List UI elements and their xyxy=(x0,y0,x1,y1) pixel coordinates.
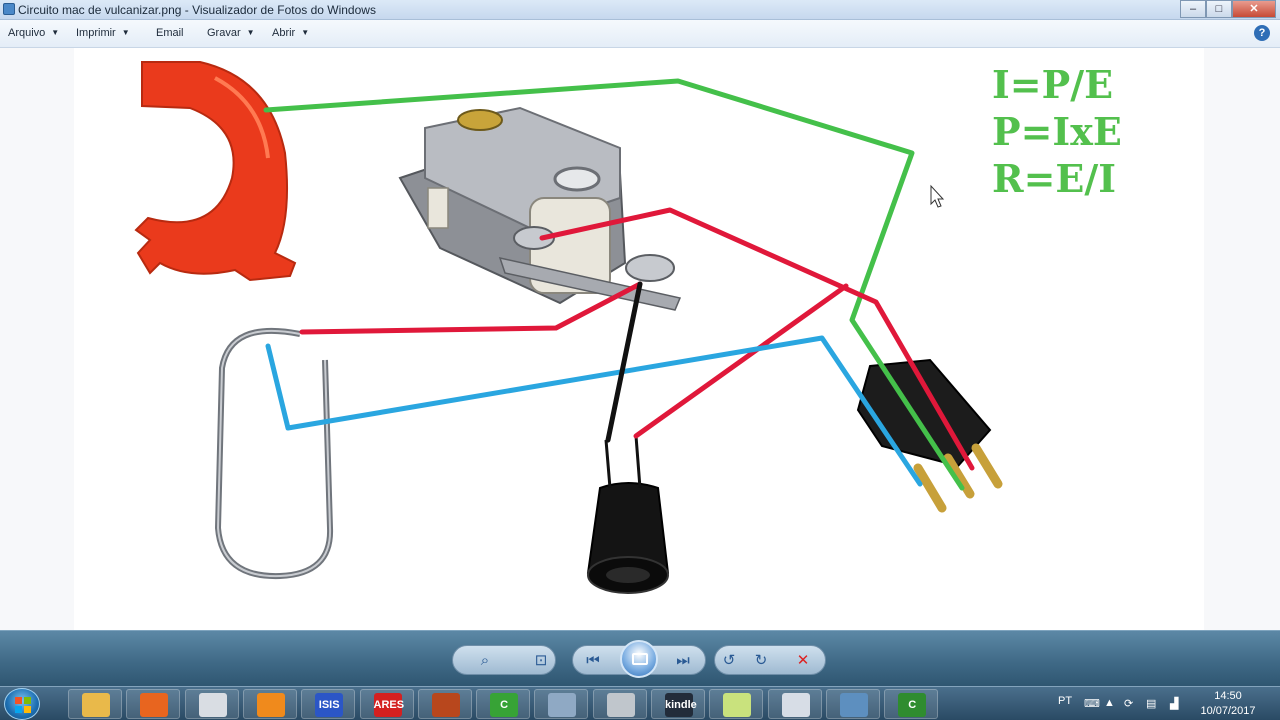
window-controls: – □ ✕ xyxy=(1180,0,1276,18)
tool-icon xyxy=(606,693,635,717)
next-icon[interactable]: ⏭ xyxy=(672,650,694,672)
black-wire xyxy=(605,281,643,443)
menu-abrir[interactable]: Abrir ▼ xyxy=(272,27,309,39)
explorer-icon xyxy=(82,693,110,717)
keyboard-icon[interactable]: ⌨ xyxy=(1084,697,1100,710)
folder-icon xyxy=(723,693,752,717)
taskbar-app-camtasia-2[interactable]: C xyxy=(884,689,939,719)
menu-bar: Arquivo ▼ Imprimir ▼ Email Gravar ▼ Abrir ▼ … xyxy=(0,20,1280,48)
fit-icon[interactable]: ⊡ xyxy=(530,650,552,672)
signal-icon[interactable]: ▟ xyxy=(1170,697,1178,710)
taskbar-app-tool[interactable] xyxy=(592,689,647,719)
taskbar: ISIS ARES Ckindle C PT ⌨ ▲ ⟳ ▤ ▟ 14:50 10/0… xyxy=(0,686,1280,720)
magnifier-icon[interactable]: ⌕ xyxy=(474,650,496,672)
taskbar-app-photo-viewer[interactable] xyxy=(825,689,880,719)
camtasia-2-icon: C xyxy=(898,693,927,717)
taskbar-app-media-player[interactable] xyxy=(242,689,297,719)
formula-block: I=P/E P=IxE R=E/I xyxy=(992,61,1122,202)
slideshow-button[interactable] xyxy=(620,640,658,678)
rotate-left-icon[interactable]: ↺ xyxy=(718,650,740,672)
media-player-icon xyxy=(256,693,285,717)
isis-icon: ISIS xyxy=(315,693,344,717)
show-hidden-icons[interactable]: ▲ xyxy=(1104,697,1115,709)
previous-icon[interactable]: ⏮ xyxy=(582,650,604,672)
notepad-icon xyxy=(198,693,227,717)
system-clock[interactable]: 14:50 10/07/2017 xyxy=(1196,689,1260,719)
window-title: Circuito mac de vulcanizar.png - Visuali… xyxy=(18,3,376,17)
kindle-icon: kindle xyxy=(665,693,697,717)
title-bar: Circuito mac de vulcanizar.png - Visuali… xyxy=(0,0,1280,20)
ares-icon: ARES xyxy=(373,693,404,717)
minimize-button[interactable]: – xyxy=(1180,0,1206,18)
chevron-down-icon: ▼ xyxy=(246,28,255,37)
firefox-icon xyxy=(140,693,169,717)
delete-icon[interactable]: ✕ xyxy=(792,650,814,672)
camtasia-icon: C xyxy=(490,693,519,717)
plastic-clamp xyxy=(134,61,297,282)
chevron-down-icon: ▼ xyxy=(121,28,130,37)
formula-current: I=P/E xyxy=(992,62,1114,107)
formula-resistance: R=E/I xyxy=(992,156,1117,201)
network-icon[interactable]: ▤ xyxy=(1146,697,1156,710)
menu-imprimir[interactable]: Imprimir ▼ xyxy=(76,27,130,39)
start-button[interactable] xyxy=(4,688,40,720)
formula-power: P=IxE xyxy=(992,109,1122,154)
menu-gravar[interactable]: Gravar ▼ xyxy=(207,27,255,39)
menu-email[interactable]: Email xyxy=(156,27,184,39)
photo-viewer-icon xyxy=(3,3,15,15)
clock-date: 10/07/2017 xyxy=(1200,705,1256,717)
image-viewport: I=P/E P=IxE R=E/I xyxy=(0,48,1280,630)
maximize-button[interactable]: □ xyxy=(1206,0,1232,18)
blue-wire xyxy=(265,335,923,487)
taskbar-app-folder[interactable] xyxy=(709,689,764,719)
taskbar-app-firefox[interactable] xyxy=(126,689,181,719)
photo-viewer-icon xyxy=(839,693,868,717)
taskbar-app-explorer[interactable] xyxy=(68,689,122,719)
taskbar-app-kindle[interactable]: kindle xyxy=(651,689,705,719)
taskbar-app-ares[interactable]: ARES xyxy=(359,689,414,719)
paint-icon xyxy=(781,693,810,717)
taskbar-app-calculator[interactable] xyxy=(534,689,589,719)
language-indicator[interactable]: PT xyxy=(1058,695,1072,707)
menu-arquivo[interactable]: Arquivo ▼ xyxy=(8,27,59,39)
chevron-down-icon: ▼ xyxy=(301,28,310,37)
lamp-socket xyxy=(586,435,670,594)
slideshow-icon xyxy=(632,653,648,665)
calculator-icon xyxy=(548,693,577,717)
rotate-right-icon[interactable]: ↻ xyxy=(750,650,772,672)
thermostat xyxy=(398,106,682,311)
close-button[interactable]: ✕ xyxy=(1232,0,1276,18)
app-red-icon xyxy=(431,693,460,717)
taskbar-app-isis[interactable]: ISIS xyxy=(301,689,356,719)
chevron-down-icon: ▼ xyxy=(51,28,60,37)
clock-time: 14:50 xyxy=(1214,690,1242,702)
taskbar-app-paint[interactable] xyxy=(767,689,822,719)
windows-logo-icon xyxy=(15,697,31,713)
taskbar-app-app-red[interactable] xyxy=(417,689,472,719)
help-icon[interactable]: ? xyxy=(1254,25,1270,41)
taskbar-app-notepad[interactable] xyxy=(184,689,239,719)
sync-icon[interactable]: ⟳ xyxy=(1124,697,1133,710)
taskbar-app-camtasia[interactable]: C xyxy=(476,689,531,719)
mouse-cursor xyxy=(930,184,945,208)
